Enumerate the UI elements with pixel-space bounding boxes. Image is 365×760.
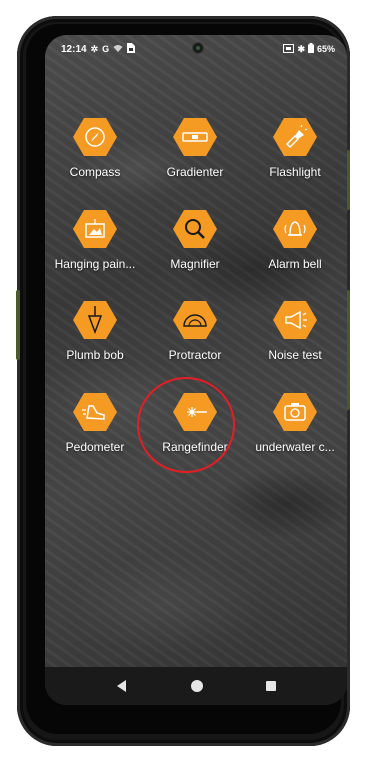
- recents-icon[interactable]: [266, 681, 276, 691]
- bluetooth-icon: ✱: [297, 44, 305, 54]
- shoe-icon: [73, 392, 117, 432]
- highlight-circle: [137, 377, 235, 473]
- app-label: Flashlight: [269, 165, 321, 179]
- app-pedometer[interactable]: Pedometer: [45, 392, 145, 472]
- camera-icon: [273, 392, 317, 432]
- app-plumb-bob[interactable]: Plumb bob: [45, 300, 145, 380]
- app-magnifier[interactable]: Magnifier: [145, 209, 245, 289]
- app-label: Gradienter: [166, 165, 224, 179]
- app-label: Noise test: [268, 348, 322, 362]
- app-underwater-camera[interactable]: underwater c...: [245, 392, 345, 472]
- app-protractor[interactable]: Protractor: [145, 300, 245, 380]
- app-label: Magnifier: [170, 257, 220, 271]
- phone-screen: 12:14 ✲ G ✱ 65% Compass Gradienter Flash…: [45, 35, 347, 705]
- magnifier-icon: [173, 209, 217, 249]
- settings-icon: ✲: [90, 44, 99, 54]
- app-alarm-bell[interactable]: Alarm bell: [245, 209, 345, 289]
- battery-level: 65%: [316, 44, 335, 54]
- side-button-left: [16, 290, 20, 360]
- app-compass[interactable]: Compass: [45, 117, 145, 197]
- app-label: Alarm bell: [268, 257, 322, 271]
- protractor-icon: [173, 300, 217, 340]
- app-gradienter[interactable]: Gradienter: [145, 117, 245, 197]
- cast-icon: [283, 43, 295, 55]
- status-bar: 12:14 ✲ G ✱ 65%: [45, 35, 347, 63]
- front-camera: [192, 42, 204, 54]
- alarm-bell-icon: [273, 209, 317, 249]
- app-label: Protractor: [168, 348, 222, 362]
- compass-icon: [73, 117, 117, 157]
- app-flashlight[interactable]: Flashlight: [245, 117, 345, 197]
- picture-frame-icon: [73, 209, 117, 249]
- back-icon[interactable]: [117, 680, 126, 692]
- level-icon: [173, 117, 217, 157]
- home-icon[interactable]: [191, 680, 203, 692]
- wifi-icon: [113, 44, 123, 55]
- plumb-bob-icon: [73, 300, 117, 340]
- app-noise-test[interactable]: Noise test: [245, 300, 345, 380]
- clock: 12:14: [61, 43, 87, 55]
- battery-icon: [307, 43, 314, 55]
- megaphone-icon: [273, 300, 317, 340]
- flashlight-icon: [273, 117, 317, 157]
- app-label: Pedometer: [65, 440, 125, 454]
- app-label: underwater c...: [255, 440, 335, 454]
- app-label: Compass: [69, 165, 121, 179]
- app-label: Hanging pain...: [54, 257, 136, 271]
- google-icon: G: [102, 44, 110, 54]
- sim-icon: [127, 43, 136, 55]
- app-hanging-painting[interactable]: Hanging pain...: [45, 209, 145, 289]
- navigation-bar: [45, 667, 347, 705]
- app-label: Plumb bob: [66, 348, 124, 362]
